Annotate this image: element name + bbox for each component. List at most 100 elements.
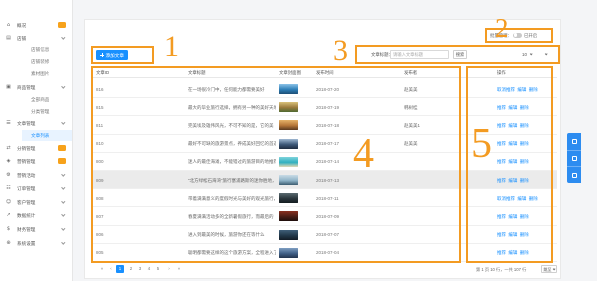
notification-badge xyxy=(58,22,66,28)
delete-link[interactable]: 删除 xyxy=(520,141,529,146)
delete-link[interactable]: 删除 xyxy=(520,105,529,110)
recommend-link[interactable]: 推荐 xyxy=(497,105,506,110)
chevron-down-icon xyxy=(61,211,66,216)
batch-manage-label: 批量管理： xyxy=(490,33,512,38)
edit-link[interactable]: 编辑 xyxy=(517,196,526,201)
edit-link[interactable]: 编辑 xyxy=(508,159,517,164)
page-button[interactable]: 1 xyxy=(116,265,124,273)
sidebar-item-shop-decoration[interactable]: 店铺装修 xyxy=(0,56,72,67)
publish-date: 2018-07-18 xyxy=(316,122,340,128)
chevron-down-icon xyxy=(61,34,66,39)
float-tool-button[interactable] xyxy=(567,133,581,150)
sidebar-item-campaigns[interactable]: ⚙ 营销活动 xyxy=(0,170,72,181)
sidebar-item-article-list[interactable]: 文章列表 xyxy=(22,129,72,141)
edit-link[interactable]: 编辑 xyxy=(508,178,517,183)
article-id: 816 xyxy=(96,86,104,92)
cancel-recommend-link[interactable]: 取消推荐 xyxy=(497,196,515,201)
next-page-button[interactable]: › xyxy=(165,265,173,273)
article-table: 文章ID 文章标题 文章封面图 发布时间 发布者 操作 816 在一场很冷门中，任… xyxy=(91,67,557,263)
add-article-button[interactable]: 添加文章 xyxy=(96,50,128,60)
sidebar-item-shop-info[interactable]: 店铺信息 xyxy=(0,44,72,55)
article-cover-thumbnail xyxy=(279,175,298,185)
sidebar-item-label: 客户管理 xyxy=(17,199,36,205)
page-button[interactable]: 4 xyxy=(145,265,153,273)
publish-date: 2018-07-13 xyxy=(316,177,340,183)
recommend-link[interactable]: 推荐 xyxy=(497,214,506,219)
recommend-link[interactable]: 推荐 xyxy=(497,123,506,128)
sidebar-item-label: 商品管理 xyxy=(17,84,36,90)
sidebar-item-overview[interactable]: ⌂ 概况 xyxy=(0,20,72,31)
recommend-link[interactable]: 推荐 xyxy=(497,178,506,183)
recommend-link[interactable]: 推荐 xyxy=(497,250,506,255)
delete-link[interactable]: 删除 xyxy=(520,232,529,237)
edit-link[interactable]: 编辑 xyxy=(508,250,517,255)
edit-link[interactable]: 编辑 xyxy=(517,87,526,92)
edit-link[interactable]: 编辑 xyxy=(508,232,517,237)
sidebar-item-marketing[interactable]: ◈ 营销管理 xyxy=(0,156,72,167)
delete-link[interactable]: 删除 xyxy=(520,250,529,255)
row-actions: 推荐 编辑 删除 xyxy=(497,159,529,164)
edit-link[interactable]: 编辑 xyxy=(508,105,517,110)
page-button[interactable]: 3 xyxy=(136,265,144,273)
sidebar-item-category[interactable]: 分类管理 xyxy=(0,106,72,117)
delete-link[interactable]: 删除 xyxy=(529,196,538,201)
table-row: 816 在一场很冷门中，任何能力都需要美好 2018-07-20 赵美美 取消推荐 编辑删… xyxy=(91,80,557,99)
sidebar-item-finance[interactable]: $ 财务管理 xyxy=(0,224,72,235)
article-cover-thumbnail xyxy=(279,211,298,222)
sidebar-item-label: 文章管理 xyxy=(17,120,36,126)
delete-link[interactable]: 删除 xyxy=(520,214,529,219)
row-actions: 取消推荐 编辑 删除 xyxy=(497,87,538,92)
delete-link[interactable]: 删除 xyxy=(520,123,529,128)
sidebar-item-material[interactable]: 素材图片 xyxy=(0,68,72,79)
jump-to-page-select[interactable]: 跳至 xyxy=(541,265,557,273)
recommend-link[interactable]: 推荐 xyxy=(497,141,506,146)
first-page-button[interactable]: « xyxy=(98,265,106,273)
float-tool-button[interactable] xyxy=(567,166,581,183)
gear-icon: ⚙ xyxy=(6,172,11,178)
last-page-button[interactable]: » xyxy=(175,265,183,273)
edit-link[interactable]: 编辑 xyxy=(508,214,517,219)
prev-page-button[interactable]: ‹ xyxy=(107,265,115,273)
delete-link[interactable]: 删除 xyxy=(520,178,529,183)
sidebar-item-goods[interactable]: ▣ 商品管理 xyxy=(0,82,72,93)
sidebar-item-shop[interactable]: ▤ 店铺 xyxy=(0,33,72,44)
row-actions: 推荐 编辑 删除 xyxy=(497,141,529,146)
sidebar-item-customers[interactable]: ☺ 客户管理 xyxy=(0,197,72,208)
search-button[interactable]: 搜索 xyxy=(453,50,467,59)
sidebar-item-settings[interactable]: ⊕ 系统设置 xyxy=(0,238,72,249)
sidebar-item-label: 财务管理 xyxy=(17,226,36,232)
page-button[interactable]: 5 xyxy=(154,265,162,273)
publish-date: 2018-07-04 xyxy=(316,250,340,256)
page-button[interactable]: 2 xyxy=(127,265,135,273)
article-title: 最大的毕业旅行选择，拥有另一种的美好天地 xyxy=(188,104,276,110)
article-title: 完美埃及雄伟风光，不可不知的是，它的美 xyxy=(188,122,274,128)
sidebar-item-distribution[interactable]: ⇄ 分销管理 xyxy=(0,143,72,154)
sidebar-item-all-goods[interactable]: 全部商品 xyxy=(0,94,72,105)
article-title: 春夏满满活动多的全新暑假旅行，而最后的 xyxy=(188,213,274,219)
recommend-link[interactable]: 推荐 xyxy=(497,232,506,237)
float-tool-button[interactable] xyxy=(567,149,581,167)
sidebar-nav: ⌂ 概况 ▤ 店铺 店铺信息 店铺装修 素材图片 ▣ 商品管理 全部商品 分类管理 ☰ 文章管理文章列表… xyxy=(0,0,73,281)
edit-link[interactable]: 编辑 xyxy=(508,123,517,128)
article-id: 810 xyxy=(96,141,104,147)
header-article-title: 文章标题 xyxy=(188,70,206,75)
page-size-select[interactable]: 10 xyxy=(521,50,539,59)
article-title-search-input[interactable] xyxy=(390,50,449,59)
sidebar-item-statistics[interactable]: ↗ 数据统计 xyxy=(0,210,72,221)
batch-manage-toggle[interactable] xyxy=(513,32,522,38)
edit-link[interactable]: 编辑 xyxy=(508,141,517,146)
recommend-link[interactable]: 推荐 xyxy=(497,159,506,164)
sidebar-item-orders[interactable]: ☷ 订单管理 xyxy=(0,183,72,194)
sidebar-item-label: 系统设置 xyxy=(17,240,36,246)
jump-label: 跳至 xyxy=(543,267,552,273)
delete-link[interactable]: 删除 xyxy=(520,159,529,164)
sidebar-item-articles[interactable]: ☰ 文章管理 xyxy=(0,118,72,129)
float-tool-icon xyxy=(571,138,577,144)
table-row: 815 最大的毕业旅行选择，拥有另一种的美好天地 2018-07-19 韩树桂 推荐 编辑… xyxy=(91,98,557,117)
article-author: 赵美美1 xyxy=(404,122,421,128)
cancel-recommend-link[interactable]: 取消推荐 xyxy=(497,87,515,92)
article-id: 805 xyxy=(96,250,104,256)
row-actions: 推荐 编辑 删除 xyxy=(497,178,529,183)
delete-link[interactable]: 删除 xyxy=(529,87,538,92)
sidebar-item-label: 文章列表 xyxy=(31,132,50,138)
